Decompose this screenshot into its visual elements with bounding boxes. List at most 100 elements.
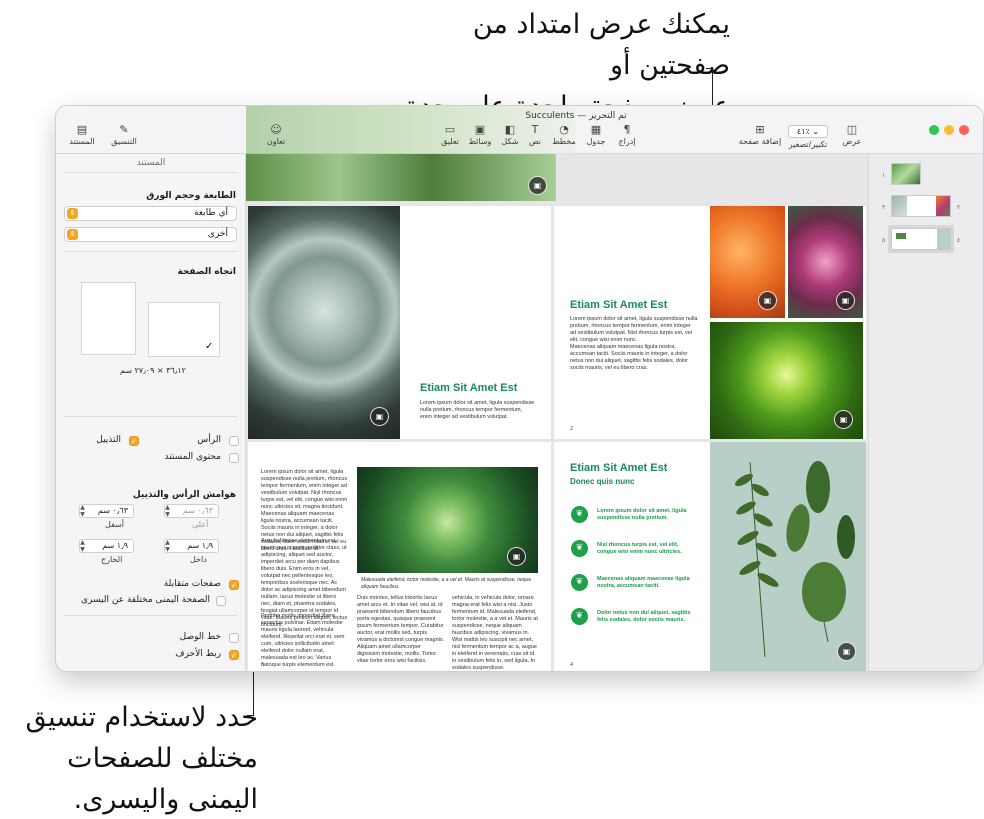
image-icon[interactable]: ▣ xyxy=(758,291,777,310)
printer-section-title: الطابعة وحجم الورق xyxy=(146,191,236,201)
leaves-photo[interactable]: ▣ xyxy=(710,442,866,671)
hyphenation-label: خط الوصل xyxy=(179,632,221,642)
left-right-different-checkbox[interactable] xyxy=(216,596,226,606)
top-margin-field[interactable]: ٠٫٦٣ سم xyxy=(164,504,219,518)
spread1-right-heading: Etiam Sit Amet Est xyxy=(570,299,668,311)
checkmark-icon: ✓ xyxy=(205,341,214,352)
toolbar: Succulents — تم التحرير ▤ المستند ✎ التن… xyxy=(56,106,983,154)
green-succulent-photo[interactable]: ▣ xyxy=(710,322,863,439)
close-window-button[interactable] xyxy=(959,125,969,135)
header-checkbox[interactable] xyxy=(229,436,239,446)
doc-body-label: محتوى المستند xyxy=(164,452,221,462)
zoom-button: تكبير/تصغير xyxy=(786,139,830,149)
facing-pages-label: صفحات متقابلة xyxy=(163,579,221,589)
zoom-label: تكبير/تصغير xyxy=(788,140,828,149)
outside-margin-stepper[interactable]: ▲ ▼ xyxy=(79,539,86,553)
ligatures-checkbox[interactable]: ✓ xyxy=(229,650,239,660)
document-canvas[interactable]: ▣ ▣ Etiam Sit Amet Est Lorem ipsum dolor… xyxy=(246,154,868,671)
bottom-margin-label: أسفل xyxy=(105,520,125,529)
callout-left-right: حدد لاستخدام تنسيق مختلف للصفحات اليمنى … xyxy=(0,697,258,819)
view-button[interactable]: ◫ عرض xyxy=(830,124,874,147)
page-left-spread2[interactable]: Lorem ipsum dolor sit amet, ligula suspe… xyxy=(248,442,551,671)
page-left-spread1[interactable]: ▣ Etiam Sit Amet Est Lorem ipsum dolor s… xyxy=(248,206,551,439)
paper-size-select[interactable]: أخرى ⇕ xyxy=(64,227,237,242)
divider xyxy=(64,172,237,173)
landscape-orientation[interactable]: ✓ xyxy=(148,302,220,357)
image-icon[interactable]: ▣ xyxy=(836,291,855,310)
minimize-window-button[interactable] xyxy=(944,125,954,135)
thumbnail-number: ٤ xyxy=(957,237,961,244)
callout-top-line1: يمكنك عرض امتداد من صفحتين أو xyxy=(472,9,730,81)
footer-checkbox[interactable]: ✓ xyxy=(129,436,139,446)
partial-page-top[interactable]: ▣ xyxy=(246,154,556,201)
inside-margin-stepper[interactable]: ▲ ▼ xyxy=(164,539,171,553)
leaf-icon: ❦ xyxy=(571,540,588,557)
callout-bottom-line3: اليمنى واليسرى. xyxy=(73,784,258,815)
bullet-3: Maecenas aliquam maecenas ligula nostra,… xyxy=(597,576,690,589)
image-icon[interactable]: ▣ xyxy=(834,410,853,429)
document-inspector: المستند الطابعة وحجم الورق أي طابعة ⇕ أخ… xyxy=(56,154,246,671)
view-label: عرض xyxy=(842,137,862,146)
spread2-right-heading: Etiam Sit Amet Est xyxy=(570,462,668,474)
add-page-icon: ⊞ xyxy=(755,123,765,136)
portrait-orientation[interactable] xyxy=(81,282,136,355)
leaf-icon: ❦ xyxy=(571,608,588,625)
image-icon[interactable]: ▣ xyxy=(507,547,526,566)
facing-pages-checkbox[interactable]: ✓ xyxy=(229,580,239,590)
document-button[interactable]: ▤ المستند xyxy=(60,124,104,147)
image-icon[interactable]: ▣ xyxy=(528,176,547,195)
callout-top-leader-tick xyxy=(706,68,713,69)
spread1-right-body1: Lorem ipsum dolor sit amet, ligula suspe… xyxy=(570,316,698,343)
collaborate-button[interactable]: ☺ تعاون xyxy=(254,124,298,147)
spread1-right-body2: Maecenas aliquam maecenas ligula nostra,… xyxy=(570,344,689,371)
add-page-label: إضافة صفحة xyxy=(738,137,782,146)
kale-flower-photo[interactable]: ▣ xyxy=(788,206,863,318)
spread1-left-heading: Etiam Sit Amet Est xyxy=(420,382,518,394)
add-page-button[interactable]: ⊞ إضافة صفحة xyxy=(738,123,782,147)
image-icon[interactable]: ▣ xyxy=(370,407,389,426)
doc-body-checkbox[interactable] xyxy=(229,453,239,463)
outside-margin-field[interactable]: ١٫٩ سم xyxy=(79,539,134,553)
collaborate-label: تعاون xyxy=(266,137,286,146)
format-label: التنسيق xyxy=(111,137,137,146)
hyphenation-checkbox[interactable] xyxy=(229,633,239,643)
orientation-section-title: اتجاه الصفحة xyxy=(177,267,236,277)
paper-size-value: أخرى xyxy=(207,229,228,239)
inspector-tab-document[interactable]: المستند xyxy=(116,158,186,168)
thumbnail-spread-4-5[interactable] xyxy=(891,228,951,250)
insert-button[interactable]: ¶ إدراج xyxy=(605,124,649,147)
printer-value: أي طابعة xyxy=(194,208,228,218)
header-label: الرأس xyxy=(197,435,221,445)
thumbnail-number: ٢ xyxy=(957,204,961,211)
thumb-photo xyxy=(936,196,950,216)
thumbnail-spread-2-3[interactable] xyxy=(891,195,951,217)
leaf-icon: ❦ xyxy=(571,574,588,591)
image-icon[interactable]: ▣ xyxy=(837,642,856,661)
paper-size-label: ٣٦٫١٢ × ٢٧٫٠٩ سم xyxy=(120,366,186,375)
format-button[interactable]: ✎ التنسيق xyxy=(102,124,146,147)
page-number: 6 xyxy=(261,662,265,668)
zoom-window-button[interactable] xyxy=(929,125,939,135)
spread2-col3: vehicula, in vehicula dolor, ornare magn… xyxy=(452,595,538,671)
divider xyxy=(64,416,237,417)
leaf-icon: ❦ xyxy=(571,506,588,523)
inside-margin-label: داخل xyxy=(190,555,207,564)
inside-margin-field[interactable]: ١٫٩ سم xyxy=(164,539,219,553)
rosette-succulent-photo[interactable]: ▣ xyxy=(357,467,538,573)
spread2-col2: Duis montes, tellus lobortis lacus amet … xyxy=(357,595,445,664)
outside-margin-label: الخارج xyxy=(101,555,123,564)
top-margin-stepper[interactable]: ▲ ▼ xyxy=(164,504,171,518)
printer-select[interactable]: أي طابعة ⇕ xyxy=(64,206,237,221)
orange-flower-photo[interactable]: ▣ xyxy=(710,206,785,318)
bottom-margin-stepper[interactable]: ▲ ▼ xyxy=(79,504,86,518)
thumbnail-page-1[interactable] xyxy=(891,163,921,185)
succulent-photo[interactable]: ▣ xyxy=(248,206,400,439)
page-right-spread1[interactable]: Etiam Sit Amet Est Lorem ipsum dolor sit… xyxy=(554,206,866,439)
thumbnail-number: ٥ xyxy=(882,237,886,244)
page-right-spread2[interactable]: Etiam Sit Amet Est Donec quis nunc ❦ Lor… xyxy=(554,442,866,671)
bullet-2: Nisl rhoncus turpis est, vel elit, congu… xyxy=(597,542,682,555)
page-thumbnails: ١ ٣ ٢ ٥ ٤ xyxy=(868,154,983,671)
zoom-select[interactable]: ٤١٪ ⌄ xyxy=(788,125,828,138)
bottom-margin-field[interactable]: ٠٫٦٣ سم xyxy=(79,504,134,518)
document-label: المستند xyxy=(69,137,95,146)
